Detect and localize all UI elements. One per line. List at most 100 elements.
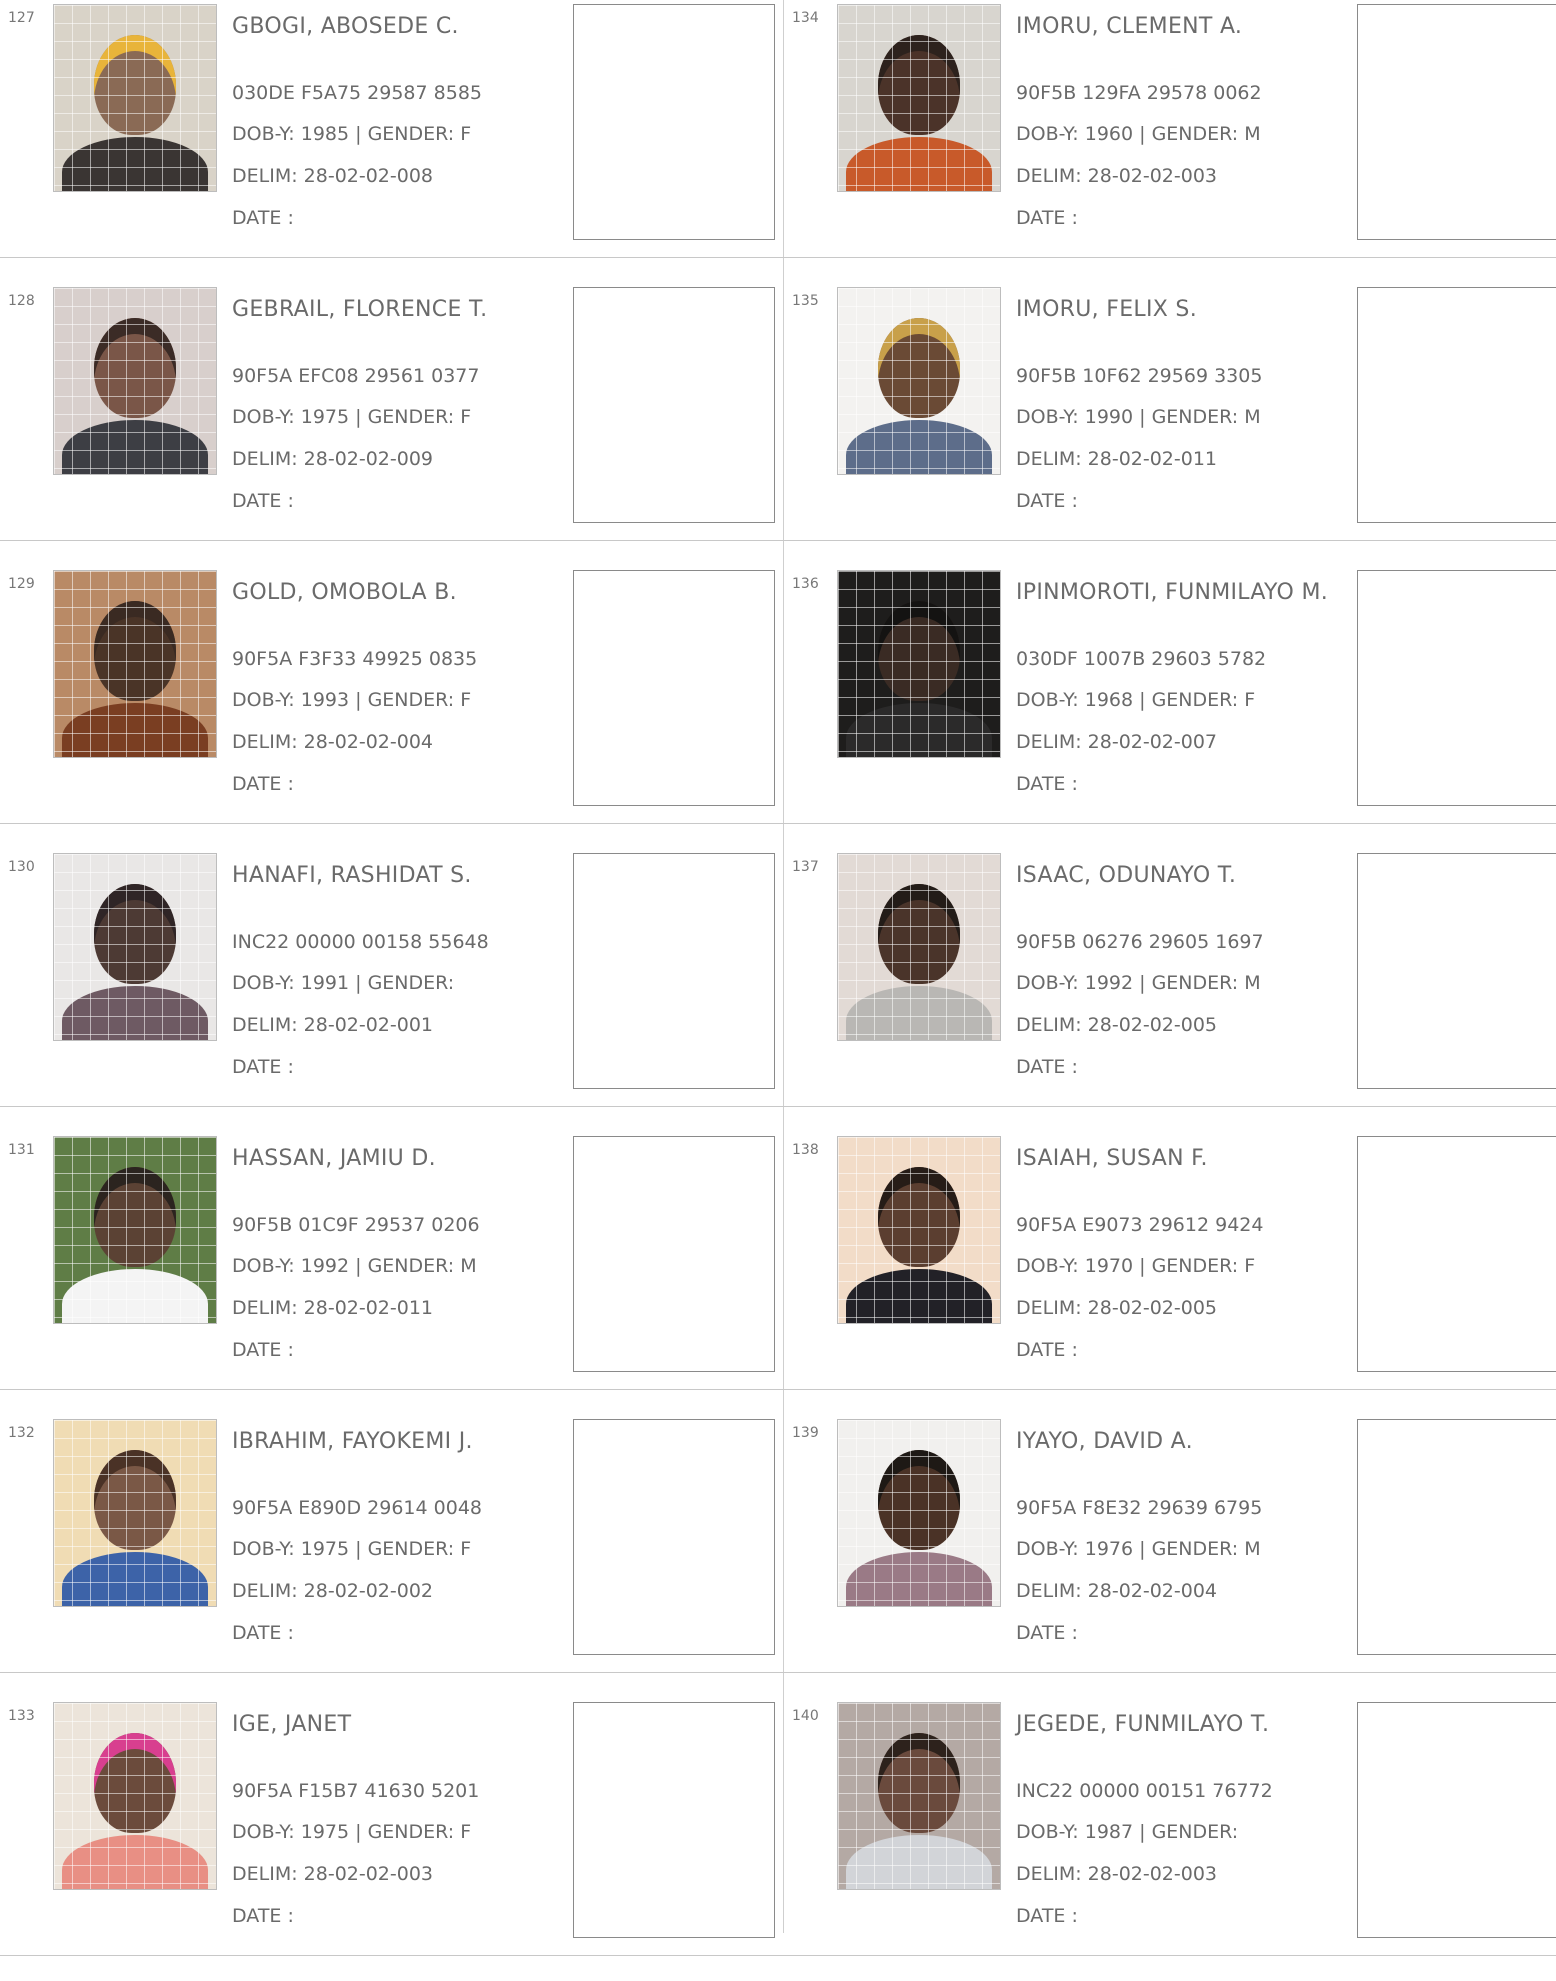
signature-box[interactable] xyxy=(1357,1419,1556,1655)
signature-box[interactable] xyxy=(573,287,775,523)
entry-number: 136 xyxy=(792,576,819,592)
date-label: DATE : xyxy=(232,1905,294,1927)
voter-delim: DELIM: 28-02-02-009 xyxy=(232,448,434,470)
voter-delim: DELIM: 28-02-02-011 xyxy=(1016,448,1218,470)
voter-delim: DELIM: 28-02-02-003 xyxy=(1016,165,1218,187)
signature-box[interactable] xyxy=(1357,1136,1556,1372)
voter-entry: 132 IBRAHIM, FAYOKEMI J. 90F5A E890D 296… xyxy=(0,1415,783,1698)
voter-name: GEBRAIL, FLORENCE T. xyxy=(232,297,488,322)
voter-name: ISAAC, ODUNAYO T. xyxy=(1016,863,1237,888)
voter-name: IBRAHIM, FAYOKEMI J. xyxy=(232,1429,473,1454)
voter-delim: DELIM: 28-02-02-008 xyxy=(232,165,434,187)
date-label: DATE : xyxy=(232,207,294,229)
signature-box[interactable] xyxy=(1357,1702,1556,1938)
voter-dob-gender: DOB-Y: 1975 | GENDER: F xyxy=(232,406,472,428)
signature-box[interactable] xyxy=(1357,853,1556,1089)
voter-name: HANAFI, RASHIDAT S. xyxy=(232,863,472,888)
voter-delim: DELIM: 28-02-02-001 xyxy=(232,1014,434,1036)
entry-number: 128 xyxy=(8,293,35,309)
voter-vin: INC22 00000 00151 76772 xyxy=(1016,1780,1273,1802)
photo-watermark-grid xyxy=(838,1137,1000,1323)
entry-number: 138 xyxy=(792,1142,819,1158)
signature-box[interactable] xyxy=(573,853,775,1089)
voter-dob-gender: DOB-Y: 1990 | GENDER: M xyxy=(1016,406,1261,428)
date-label: DATE : xyxy=(232,773,294,795)
voter-delim: DELIM: 28-02-02-011 xyxy=(232,1297,434,1319)
signature-box[interactable] xyxy=(573,1419,775,1655)
photo-watermark-grid xyxy=(838,288,1000,474)
entry-number: 140 xyxy=(792,1708,819,1724)
voter-delim: DELIM: 28-02-02-003 xyxy=(1016,1863,1218,1885)
voter-photo xyxy=(53,1136,217,1324)
signature-box[interactable] xyxy=(1357,287,1556,523)
entry-number: 130 xyxy=(8,859,35,875)
voter-photo xyxy=(53,570,217,758)
voter-name: GBOGI, ABOSEDE C. xyxy=(232,14,459,39)
date-label: DATE : xyxy=(1016,1056,1078,1078)
date-label: DATE : xyxy=(1016,490,1078,512)
voter-delim: DELIM: 28-02-02-007 xyxy=(1016,731,1218,753)
voter-vin: 90F5A F8E32 29639 6795 xyxy=(1016,1497,1263,1519)
photo-watermark-grid xyxy=(54,288,216,474)
date-label: DATE : xyxy=(232,1622,294,1644)
voter-delim: DELIM: 28-02-02-005 xyxy=(1016,1297,1218,1319)
signature-box[interactable] xyxy=(573,1702,775,1938)
date-label: DATE : xyxy=(1016,1905,1078,1927)
voter-photo xyxy=(837,287,1001,475)
photo-watermark-grid xyxy=(54,854,216,1040)
voter-entry: 140 JEGEDE, FUNMILAYO T. INC22 00000 001… xyxy=(784,1698,1556,1981)
voter-entry: 129 GOLD, OMOBOLA B. 90F5A F3F33 49925 0… xyxy=(0,566,783,849)
voter-name: ISAIAH, SUSAN F. xyxy=(1016,1146,1208,1171)
voter-delim: DELIM: 28-02-02-005 xyxy=(1016,1014,1218,1036)
signature-box[interactable] xyxy=(573,570,775,806)
voter-entry: 138 ISAIAH, SUSAN F. 90F5A E9073 29612 9… xyxy=(784,1132,1556,1415)
signature-box[interactable] xyxy=(1357,4,1556,240)
voter-photo xyxy=(837,1419,1001,1607)
voter-vin: 030DE F5A75 29587 8585 xyxy=(232,82,483,104)
voter-photo xyxy=(53,287,217,475)
date-label: DATE : xyxy=(1016,1622,1078,1644)
date-label: DATE : xyxy=(232,1056,294,1078)
photo-watermark-grid xyxy=(54,1703,216,1889)
signature-box[interactable] xyxy=(573,1136,775,1372)
voter-entry: 137 ISAAC, ODUNAYO T. 90F5B 06276 29605 … xyxy=(784,849,1556,1132)
voter-entry: 134 IMORU, CLEMENT A. 90F5B 129FA 29578 … xyxy=(784,0,1556,283)
entry-number: 132 xyxy=(8,1425,35,1441)
voter-photo xyxy=(837,4,1001,192)
voter-name: IGE, JANET xyxy=(232,1712,352,1737)
voter-vin: 90F5A EFC08 29561 0377 xyxy=(232,365,480,387)
entry-number: 134 xyxy=(792,10,819,26)
voter-dob-gender: DOB-Y: 1976 | GENDER: M xyxy=(1016,1538,1261,1560)
voter-dob-gender: DOB-Y: 1968 | GENDER: F xyxy=(1016,689,1256,711)
voter-photo xyxy=(53,853,217,1041)
voter-dob-gender: DOB-Y: 1992 | GENDER: M xyxy=(232,1255,477,1277)
entry-number: 139 xyxy=(792,1425,819,1441)
photo-watermark-grid xyxy=(54,1137,216,1323)
voter-photo xyxy=(53,1702,217,1890)
signature-box[interactable] xyxy=(1357,570,1556,806)
voter-entry: 133 IGE, JANET 90F5A F15B7 41630 5201 DO… xyxy=(0,1698,783,1981)
photo-watermark-grid xyxy=(838,1703,1000,1889)
voter-entry: 135 IMORU, FELIX S. 90F5B 10F62 29569 33… xyxy=(784,283,1556,566)
voter-entry: 127 GBOGI, ABOSEDE C. 030DE F5A75 29587 … xyxy=(0,0,783,283)
voter-entry: 136 IPINMOROTI, FUNMILAYO M. 030DF 1007B… xyxy=(784,566,1556,849)
entry-number: 135 xyxy=(792,293,819,309)
voter-vin: 90F5B 129FA 29578 0062 xyxy=(1016,82,1262,104)
voter-name: HASSAN, JAMIU D. xyxy=(232,1146,436,1171)
voter-dob-gender: DOB-Y: 1987 | GENDER: xyxy=(1016,1821,1239,1843)
photo-watermark-grid xyxy=(838,5,1000,191)
voter-entry: 128 GEBRAIL, FLORENCE T. 90F5A EFC08 295… xyxy=(0,283,783,566)
voter-dob-gender: DOB-Y: 1975 | GENDER: F xyxy=(232,1821,472,1843)
date-label: DATE : xyxy=(1016,773,1078,795)
signature-box[interactable] xyxy=(573,4,775,240)
voter-delim: DELIM: 28-02-02-003 xyxy=(232,1863,434,1885)
voter-dob-gender: DOB-Y: 1993 | GENDER: F xyxy=(232,689,472,711)
voter-photo xyxy=(53,4,217,192)
photo-watermark-grid xyxy=(54,571,216,757)
voter-entry: 139 IYAYO, DAVID A. 90F5A F8E32 29639 67… xyxy=(784,1415,1556,1698)
voter-delim: DELIM: 28-02-02-004 xyxy=(1016,1580,1218,1602)
date-label: DATE : xyxy=(1016,207,1078,229)
voter-entry: 131 HASSAN, JAMIU D. 90F5B 01C9F 29537 0… xyxy=(0,1132,783,1415)
voter-vin: 90F5B 01C9F 29537 0206 xyxy=(232,1214,480,1236)
entry-number: 131 xyxy=(8,1142,35,1158)
